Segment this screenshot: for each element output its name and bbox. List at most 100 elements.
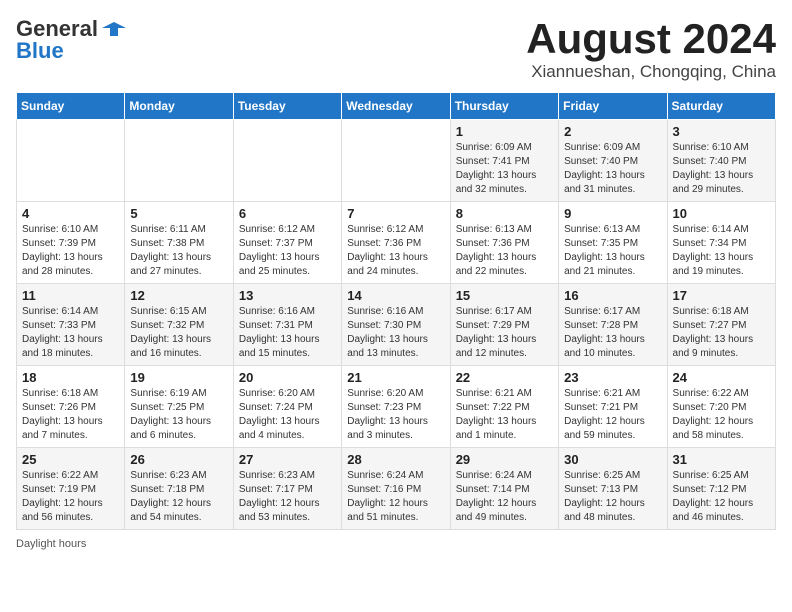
day-number: 16 [564, 288, 661, 303]
day-number: 12 [130, 288, 227, 303]
day-number: 6 [239, 206, 336, 221]
calendar-cell [342, 120, 450, 202]
day-info: Sunrise: 6:21 AMSunset: 7:21 PMDaylight:… [564, 387, 661, 443]
weekday-header-thursday: Thursday [450, 93, 558, 120]
day-number: 10 [673, 206, 770, 221]
calendar-cell: 3 Sunrise: 6:10 AMSunset: 7:40 PMDaylight… [667, 120, 775, 202]
calendar-cell: 6 Sunrise: 6:12 AMSunset: 7:37 PMDaylight… [233, 202, 341, 284]
calendar-cell: 27 Sunrise: 6:23 AMSunset: 7:17 PMDayligh… [233, 448, 341, 530]
day-number: 25 [22, 452, 119, 467]
day-number: 29 [456, 452, 553, 467]
day-number: 21 [347, 370, 444, 385]
calendar-cell: 17 Sunrise: 6:18 AMSunset: 7:27 PMDayligh… [667, 284, 775, 366]
calendar-cell: 13Sunrise: 6:16 AMSunset: 7:31 PMDayligh… [233, 284, 341, 366]
day-info: Sunrise: 6:19 AMSunset: 7:25 PMDaylight:… [130, 387, 227, 443]
day-number: 22 [456, 370, 553, 385]
day-info: Sunrise: 6:22 AMSunset: 7:20 PMDaylight:… [673, 387, 770, 443]
day-number: 17 [673, 288, 770, 303]
calendar-cell: 14 Sunrise: 6:16 AMSunset: 7:30 PMDayligh… [342, 284, 450, 366]
day-number: 26 [130, 452, 227, 467]
calendar-cell: 1Sunrise: 6:09 AMSunset: 7:41 PMDaylight… [450, 120, 558, 202]
calendar-cell: 10 Sunrise: 6:14 AMSunset: 7:34 PMDayligh… [667, 202, 775, 284]
header: General Blue August 2024 Xiannueshan, Ch… [16, 16, 776, 82]
day-number: 19 [130, 370, 227, 385]
calendar-week-1: 1Sunrise: 6:09 AMSunset: 7:41 PMDaylight… [17, 120, 776, 202]
day-info: Sunrise: 6:18 AMSunset: 7:26 PMDaylight:… [22, 387, 119, 443]
calendar-week-5: 25 Sunrise: 6:22 AMSunset: 7:19 PMDayligh… [17, 448, 776, 530]
day-number: 5 [130, 206, 227, 221]
calendar-cell: 28 Sunrise: 6:24 AMSunset: 7:16 PMDayligh… [342, 448, 450, 530]
calendar-body: 1Sunrise: 6:09 AMSunset: 7:41 PMDaylight… [17, 120, 776, 530]
calendar-cell: 4 Sunrise: 6:10 AMSunset: 7:39 PMDaylight… [17, 202, 125, 284]
calendar-cell: 21 Sunrise: 6:20 AMSunset: 7:23 PMDayligh… [342, 366, 450, 448]
day-info: Sunrise: 6:15 AMSunset: 7:32 PMDaylight:… [130, 305, 227, 361]
day-number: 14 [347, 288, 444, 303]
weekday-header-saturday: Saturday [667, 93, 775, 120]
weekday-header-wednesday: Wednesday [342, 93, 450, 120]
calendar-cell: 8 Sunrise: 6:13 AMSunset: 7:36 PMDaylight… [450, 202, 558, 284]
day-info: Sunrise: 6:20 AMSunset: 7:23 PMDaylight:… [347, 387, 444, 443]
day-number: 31 [673, 452, 770, 467]
day-info: Sunrise: 6:23 AMSunset: 7:18 PMDaylight:… [130, 469, 227, 525]
day-info: Sunrise: 6:25 AMSunset: 7:12 PMDaylight:… [673, 469, 770, 525]
calendar-table: SundayMondayTuesdayWednesdayThursdayFrid… [16, 92, 776, 530]
day-info: Sunrise: 6:12 AMSunset: 7:37 PMDaylight:… [239, 223, 336, 279]
main-title: August 2024 [526, 16, 776, 62]
logo-bird-icon [102, 20, 126, 38]
day-info: Sunrise: 6:20 AMSunset: 7:24 PMDaylight:… [239, 387, 336, 443]
subtitle: Xiannueshan, Chongqing, China [526, 62, 776, 82]
day-number: 4 [22, 206, 119, 221]
calendar-cell: 16 Sunrise: 6:17 AMSunset: 7:28 PMDayligh… [559, 284, 667, 366]
calendar-cell: 18 Sunrise: 6:18 AMSunset: 7:26 PMDayligh… [17, 366, 125, 448]
day-info: Sunrise: 6:13 AMSunset: 7:36 PMDaylight:… [456, 223, 553, 279]
day-info: Sunrise: 6:09 AMSunset: 7:40 PMDaylight:… [564, 141, 661, 197]
day-info: Sunrise: 6:12 AMSunset: 7:36 PMDaylight:… [347, 223, 444, 279]
day-info: Sunrise: 6:14 AMSunset: 7:34 PMDaylight:… [673, 223, 770, 279]
calendar-cell: 29Sunrise: 6:24 AMSunset: 7:14 PMDayligh… [450, 448, 558, 530]
weekday-header-sunday: Sunday [17, 93, 125, 120]
day-number: 7 [347, 206, 444, 221]
day-number: 24 [673, 370, 770, 385]
calendar-cell: 11Sunrise: 6:14 AMSunset: 7:33 PMDayligh… [17, 284, 125, 366]
footer-note: Daylight hours [16, 538, 776, 550]
calendar-week-3: 11Sunrise: 6:14 AMSunset: 7:33 PMDayligh… [17, 284, 776, 366]
day-info: Sunrise: 6:21 AMSunset: 7:22 PMDaylight:… [456, 387, 553, 443]
day-info: Sunrise: 6:18 AMSunset: 7:27 PMDaylight:… [673, 305, 770, 361]
calendar-week-4: 18 Sunrise: 6:18 AMSunset: 7:26 PMDayligh… [17, 366, 776, 448]
day-number: 18 [22, 370, 119, 385]
calendar-cell: 23 Sunrise: 6:21 AMSunset: 7:21 PMDayligh… [559, 366, 667, 448]
calendar-cell: 12 Sunrise: 6:15 AMSunset: 7:32 PMDayligh… [125, 284, 233, 366]
day-number: 9 [564, 206, 661, 221]
day-info: Sunrise: 6:23 AMSunset: 7:17 PMDaylight:… [239, 469, 336, 525]
day-number: 23 [564, 370, 661, 385]
day-info: Sunrise: 6:16 AMSunset: 7:31 PMDaylight:… [239, 305, 336, 361]
calendar-cell: 24 Sunrise: 6:22 AMSunset: 7:20 PMDayligh… [667, 366, 775, 448]
logo-blue-text: Blue [16, 38, 64, 64]
day-number: 20 [239, 370, 336, 385]
day-info: Sunrise: 6:24 AMSunset: 7:16 PMDaylight:… [347, 469, 444, 525]
day-info: Sunrise: 6:25 AMSunset: 7:13 PMDaylight:… [564, 469, 661, 525]
day-number: 27 [239, 452, 336, 467]
calendar-cell: 20 Sunrise: 6:20 AMSunset: 7:24 PMDayligh… [233, 366, 341, 448]
day-number: 1 [456, 124, 553, 139]
day-number: 3 [673, 124, 770, 139]
day-info: Sunrise: 6:10 AMSunset: 7:39 PMDaylight:… [22, 223, 119, 279]
day-number: 28 [347, 452, 444, 467]
day-info: Sunrise: 6:17 AMSunset: 7:28 PMDaylight:… [564, 305, 661, 361]
page-wrapper: General Blue August 2024 Xiannueshan, Ch… [16, 16, 776, 550]
calendar-week-2: 4 Sunrise: 6:10 AMSunset: 7:39 PMDaylight… [17, 202, 776, 284]
title-section: August 2024 Xiannueshan, Chongqing, Chin… [526, 16, 776, 82]
day-info: Sunrise: 6:10 AMSunset: 7:40 PMDaylight:… [673, 141, 770, 197]
day-info: Sunrise: 6:16 AMSunset: 7:30 PMDaylight:… [347, 305, 444, 361]
calendar-cell: 9Sunrise: 6:13 AMSunset: 7:35 PMDaylight… [559, 202, 667, 284]
logo: General Blue [16, 16, 126, 64]
weekday-header-monday: Monday [125, 93, 233, 120]
day-info: Sunrise: 6:14 AMSunset: 7:33 PMDaylight:… [22, 305, 119, 361]
day-info: Sunrise: 6:11 AMSunset: 7:38 PMDaylight:… [130, 223, 227, 279]
day-number: 8 [456, 206, 553, 221]
day-info: Sunrise: 6:22 AMSunset: 7:19 PMDaylight:… [22, 469, 119, 525]
weekday-header-tuesday: Tuesday [233, 93, 341, 120]
calendar-cell: 31 Sunrise: 6:25 AMSunset: 7:12 PMDayligh… [667, 448, 775, 530]
day-info: Sunrise: 6:17 AMSunset: 7:29 PMDaylight:… [456, 305, 553, 361]
calendar-cell: 5 Sunrise: 6:11 AMSunset: 7:38 PMDaylight… [125, 202, 233, 284]
